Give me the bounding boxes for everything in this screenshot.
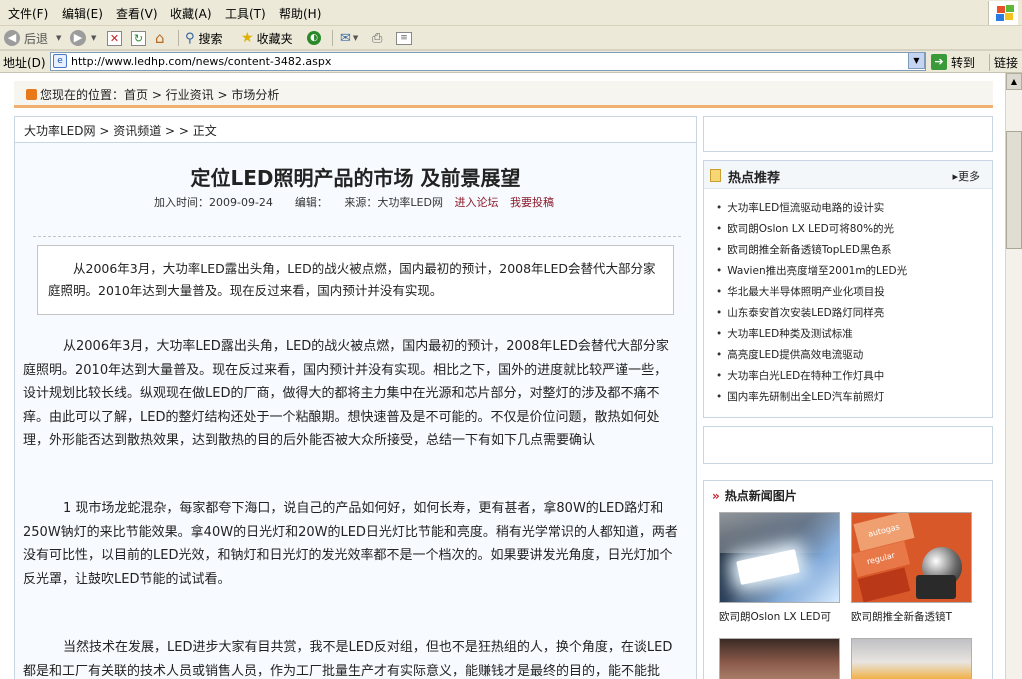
hot-recommend-title: 热点推荐 xyxy=(728,171,781,186)
lighting-photo-4[interactable] xyxy=(851,638,972,679)
article-panel: 大功率LED网 > 资讯频道 > > 正文 定位LED照明产品的市场 及前景展望… xyxy=(14,116,697,679)
links-button[interactable]: 链接 xyxy=(989,54,1018,71)
edit-page-icon: ≡ xyxy=(396,31,412,45)
favorites-button[interactable]: ★ 收藏夹 xyxy=(241,29,293,47)
address-input[interactable]: e http://www.ledhp.com/news/content-3482… xyxy=(50,52,926,71)
home-bullet-icon xyxy=(26,89,37,100)
more-link[interactable]: ▸更多 xyxy=(952,168,980,184)
refresh-icon: ↻ xyxy=(131,30,146,46)
ad-box-middle xyxy=(703,426,993,464)
forward-arrow-icon: ▶ xyxy=(70,30,86,46)
vertical-scrollbar[interactable]: ▲ xyxy=(1005,73,1022,679)
windows-logo-icon xyxy=(988,1,1018,25)
list-item[interactable]: 国内率先研制出全LED汽车前照灯 xyxy=(716,389,907,410)
address-dropdown-icon[interactable]: ▼ xyxy=(908,52,925,69)
list-item[interactable]: 大功率LED种类及测试标准 xyxy=(716,326,907,347)
stop-icon: ✕ xyxy=(107,30,122,46)
menu-edit[interactable]: 编辑(E) xyxy=(62,5,103,22)
hot-recommend-header: 热点推荐 ▸更多 xyxy=(704,161,992,189)
article-breadcrumb-text[interactable]: 大功率LED网 > 资讯频道 > > 正文 xyxy=(24,122,217,139)
article-paragraph-1: 从2006年3月，大功率LED露出头角，LED的战火被点燃，国内最初的预计，20… xyxy=(23,339,669,448)
mail-icon: ✉ xyxy=(340,30,351,46)
back-dropdown-icon[interactable]: ▼ xyxy=(56,34,61,42)
media-button[interactable]: ◐ xyxy=(307,29,321,47)
led-chip-photo[interactable] xyxy=(719,512,840,603)
list-item[interactable]: 大功率LED恒流驱动电路的设计实 xyxy=(716,200,907,221)
stop-button[interactable]: ✕ xyxy=(107,29,122,47)
article-meta: 加入时间：2009-09-24 编辑： 来源：大功率LED网 进入论坛 我要投稿 xyxy=(154,194,554,210)
article-breadcrumb: 大功率LED网 > 资讯频道 > > 正文 xyxy=(15,117,696,143)
double-chevron-icon: » xyxy=(712,489,720,503)
hot-news-pictures-box: » 热点新闻图片 欧司朗Oslon LX LED可 autogas regular… xyxy=(703,480,993,679)
article-meta-text: 加入时间：2009-09-24 编辑： 来源：大功率LED网 xyxy=(154,196,443,209)
search-button[interactable]: ⚲ 搜索 xyxy=(185,29,223,47)
ad-box-top xyxy=(703,116,993,152)
mail-dropdown-icon[interactable]: ▼ xyxy=(353,34,358,42)
forward-button[interactable]: ▶ ▼ xyxy=(70,29,96,47)
list-item[interactable]: Wavien推出亮度增至2001m的LED光 xyxy=(716,263,907,284)
mail-button[interactable]: ✉ ▼ xyxy=(340,29,358,47)
submit-link[interactable]: 我要投稿 xyxy=(510,196,554,209)
go-label: 转到 xyxy=(951,55,976,70)
article-title: 定位LED照明产品的市场 及前景展望 xyxy=(190,166,521,190)
star-icon: ★ xyxy=(241,30,254,46)
photo-caption-2[interactable]: 欧司朗推全新备透镜T xyxy=(851,609,952,624)
menu-tools[interactable]: 工具(T) xyxy=(225,5,266,22)
menu-file[interactable]: 文件(F) xyxy=(8,5,48,22)
hot-recommend-list: 大功率LED恒流驱动电路的设计实 欧司朗Oslon LX LED可将80%的光 … xyxy=(716,200,907,410)
edit-button[interactable]: ≡ xyxy=(396,29,412,47)
hot-recommend-box: 热点推荐 ▸更多 大功率LED恒流驱动电路的设计实 欧司朗Oslon LX LE… xyxy=(703,160,993,418)
address-url[interactable]: http://www.ledhp.com/news/content-3482.a… xyxy=(71,55,331,68)
search-icon: ⚲ xyxy=(185,30,195,46)
article-summary: 从2006年3月，大功率LED露出头角，LED的战火被点燃，国内最初的预计，20… xyxy=(37,245,674,315)
go-button[interactable]: ➔ 转到 xyxy=(931,53,975,71)
document-icon xyxy=(710,169,721,182)
page-icon: e xyxy=(53,54,67,68)
forward-dropdown-icon[interactable]: ▼ xyxy=(91,34,96,42)
forum-link[interactable]: 进入论坛 xyxy=(454,196,498,209)
list-item[interactable]: 欧司朗Oslon LX LED可将80%的光 xyxy=(716,221,907,242)
led-display-photo[interactable]: autogas regular xyxy=(851,512,972,603)
address-label: 地址(D) xyxy=(3,56,46,70)
print-button[interactable]: ⎙ xyxy=(372,29,382,47)
address-bar: 地址(D) e http://www.ledhp.com/news/conten… xyxy=(0,51,1022,73)
list-item[interactable]: 高亮度LED提供高效电流驱动 xyxy=(716,347,907,368)
back-label: 后退 xyxy=(24,31,49,46)
media-icon: ◐ xyxy=(307,31,321,45)
menu-view[interactable]: 查看(V) xyxy=(116,5,158,22)
hot-news-pictures-title: » 热点新闻图片 xyxy=(712,489,797,503)
print-icon: ⎙ xyxy=(372,30,383,46)
list-item[interactable]: 华北最大半导体照明产业化项目投 xyxy=(716,284,907,305)
page-viewport: 您现在的位置：首页 > 行业资讯 > 市场分析 大功率LED网 > 资讯频道 >… xyxy=(0,73,1005,679)
home-button[interactable]: ⌂ xyxy=(155,29,165,47)
back-button[interactable]: ◀ 后退 ▼ xyxy=(4,29,61,47)
scroll-up-icon[interactable]: ▲ xyxy=(1006,73,1022,90)
search-label: 搜索 xyxy=(198,31,223,46)
article-paragraph-3: 当然技术在发展，LED进步大家有目共赏，我不是LED反对组，但也不是狂热组的人，… xyxy=(23,640,673,679)
list-item[interactable]: 欧司朗推全新备透镜TopLED黑色系 xyxy=(716,242,907,263)
divider xyxy=(33,236,681,237)
lighting-photo-3[interactable] xyxy=(719,638,840,679)
go-arrow-icon: ➔ xyxy=(931,54,947,70)
standard-toolbar: ◀ 后退 ▼ ▶ ▼ ✕ ↻ ⌂ ⚲ 搜索 ★ 收藏夹 ◐ ✉ ▼ ⎙ ≡ xyxy=(0,26,1022,50)
article-paragraph-2: 1 现市场龙蛇混杂，每家都夸下海口，说自己的产品如何好，如何长寿，更有甚者，拿8… xyxy=(23,501,678,587)
menu-favorites[interactable]: 收藏(A) xyxy=(170,5,212,22)
refresh-button[interactable]: ↻ xyxy=(131,29,146,47)
menu-bar: 文件(F) 编辑(E) 查看(V) 收藏(A) 工具(T) 帮助(H) xyxy=(0,0,1022,26)
list-item[interactable]: 山东泰安首次安装LED路灯同样亮 xyxy=(716,305,907,326)
scroll-thumb[interactable] xyxy=(1006,131,1022,249)
location-breadcrumb[interactable]: 您现在的位置：首页 > 行业资讯 > 市场分析 xyxy=(40,86,279,103)
back-arrow-icon: ◀ xyxy=(4,30,20,46)
menu-help[interactable]: 帮助(H) xyxy=(279,5,321,22)
location-bar: 您现在的位置：首页 > 行业资讯 > 市场分析 xyxy=(14,81,993,108)
favorites-label: 收藏夹 xyxy=(256,31,293,46)
photo-caption-1[interactable]: 欧司朗Oslon LX LED可 xyxy=(719,609,831,624)
list-item[interactable]: 大功率白光LED在特种工作灯具中 xyxy=(716,368,907,389)
home-icon: ⌂ xyxy=(155,29,165,47)
